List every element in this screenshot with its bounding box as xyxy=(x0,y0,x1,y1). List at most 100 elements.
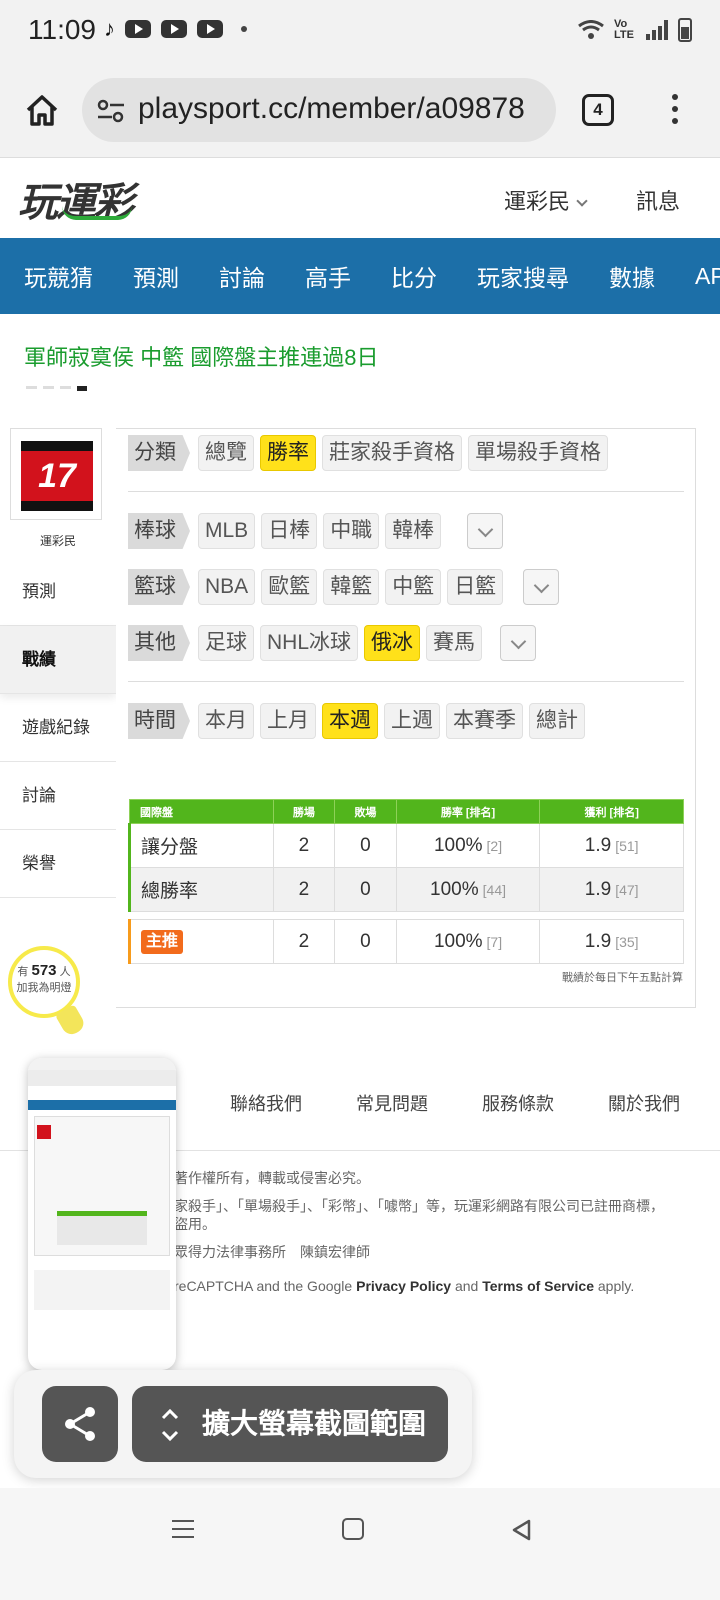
back-icon[interactable] xyxy=(510,1518,532,1542)
league-soccer[interactable]: 足球 xyxy=(198,625,254,661)
league-bleague[interactable]: 日籃 xyxy=(447,569,504,605)
tab-single-killer[interactable]: 單場殺手資格 xyxy=(468,435,608,471)
recaptcha-notice: reCAPTCHA and the Google Privacy Policy … xyxy=(174,1278,634,1294)
league-kbo[interactable]: 韓棒 xyxy=(385,513,442,549)
tab-switcher-button[interactable]: 4 xyxy=(582,94,614,126)
avatar[interactable]: 17 xyxy=(10,428,102,520)
profit-rank: [47] xyxy=(615,881,639,898)
site-settings-icon[interactable] xyxy=(96,98,126,124)
league-horse-racing[interactable]: 賽馬 xyxy=(426,625,483,661)
sidebar-item-honors[interactable]: 榮譽 xyxy=(0,830,116,898)
nav-item-forum[interactable]: 討論 xyxy=(219,259,265,293)
expand-arrows-icon xyxy=(161,1408,179,1442)
win-rate-cell: 100% [2] xyxy=(395,823,541,868)
news-ticker[interactable]: 軍師寂寞侯 中籃 國際盤主推連過8日 xyxy=(24,340,378,372)
stats-table: 國際盤 勝場 敗場 勝率 [排名] 獲利 [排名] 讓分盤 2 0 100% [2… xyxy=(128,799,684,964)
more-notifications-icon xyxy=(241,26,247,32)
nav-item-predict[interactable]: 預測 xyxy=(133,259,179,293)
user-menu[interactable]: 運彩民 xyxy=(504,184,588,216)
table-header: 國際盤 勝場 敗場 勝率 [排名] 獲利 [排名] xyxy=(129,799,684,824)
nav-item-guess[interactable]: 玩競猜 xyxy=(24,259,93,293)
row-label: 主推 xyxy=(128,919,274,964)
system-icons: Vo LTE xyxy=(578,18,692,42)
league-nhl[interactable]: NHL冰球 xyxy=(260,625,359,661)
more-menu-icon[interactable] xyxy=(672,94,680,126)
expand-label: 擴大螢幕截圖範圍 xyxy=(202,1408,427,1439)
recaptcha-text: reCAPTCHA and the Google xyxy=(174,1278,357,1294)
home-icon[interactable] xyxy=(24,92,60,128)
footer-link-faq[interactable]: 常見問題 xyxy=(356,1090,428,1116)
win-rate-cell: 100% [44] xyxy=(395,867,541,912)
profit-cell: 1.9 [47] xyxy=(539,867,684,912)
other-expand-button[interactable] xyxy=(500,625,537,661)
profit-rank: [35] xyxy=(615,933,639,950)
league-euro[interactable]: 歐籃 xyxy=(261,569,318,605)
sidebar-item-game-history[interactable]: 遊戲紀錄 xyxy=(0,694,116,762)
home-button-icon[interactable] xyxy=(342,1518,364,1540)
sidebar-item-predictions[interactable]: 預測 xyxy=(0,558,116,626)
nav-item-scores[interactable]: 比分 xyxy=(391,259,437,293)
address-bar[interactable]: playsport.cc/member/a09878 xyxy=(82,78,556,142)
period-last-month[interactable]: 上月 xyxy=(260,703,316,739)
category-label: 分類 xyxy=(128,435,190,471)
tab-win-rate[interactable]: 勝率 xyxy=(260,435,316,471)
tab-banker-killer[interactable]: 莊家殺手資格 xyxy=(322,435,462,471)
privacy-policy-link[interactable]: Privacy Policy xyxy=(356,1278,451,1294)
terms-link[interactable]: Terms of Service xyxy=(482,1278,594,1294)
sidebar-item-discussion[interactable]: 討論 xyxy=(0,762,116,830)
league-mlb[interactable]: MLB xyxy=(198,513,256,549)
league-cpbl[interactable]: 中職 xyxy=(323,513,380,549)
table-row: 讓分盤 2 0 100% [2] 1.9 [51] xyxy=(128,823,684,868)
copyright-text: 著作權所有，轉載或侵害必究。 xyxy=(174,1170,370,1186)
youtube-icon xyxy=(197,20,223,38)
win-rate: 100% xyxy=(433,834,483,856)
avatar-image: 17 xyxy=(21,441,93,511)
league-cba[interactable]: 中籃 xyxy=(385,569,442,605)
period-this-season[interactable]: 本賽季 xyxy=(446,703,523,739)
tab-overview[interactable]: 總覽 xyxy=(198,435,254,471)
other-filter: 其他 足球 NHL冰球 俄冰 賽馬 xyxy=(128,625,537,661)
messages-link[interactable]: 訊息 xyxy=(636,184,680,216)
period-this-week[interactable]: 本週 xyxy=(322,703,378,739)
status-bar: 11:09 ♪ Vo LTE xyxy=(0,0,720,64)
profit: 1.9 xyxy=(584,834,612,856)
nav-item-experts[interactable]: 高手 xyxy=(305,259,351,293)
expand-screenshot-button[interactable]: 擴大螢幕截圖範圍 xyxy=(132,1386,448,1462)
nav-item-data[interactable]: 數據 xyxy=(609,259,655,293)
period-total[interactable]: 總計 xyxy=(529,703,585,739)
sidebar-item-record[interactable]: 戰績 xyxy=(0,626,116,694)
profit-cell: 1.9 [51] xyxy=(539,823,684,868)
league-nba[interactable]: NBA xyxy=(198,569,256,605)
time-filter: 時間 本月 上月 本週 上週 本賽季 總計 xyxy=(128,703,585,739)
win-rate: 100% xyxy=(433,930,483,952)
footer-link-terms[interactable]: 服務條款 xyxy=(482,1090,554,1116)
nav-item-app[interactable]: APP xyxy=(695,263,720,290)
recent-apps-icon[interactable] xyxy=(172,1520,194,1540)
preview-nav xyxy=(28,1100,176,1110)
league-kbl[interactable]: 韓籃 xyxy=(323,569,380,605)
preview-url xyxy=(28,1070,176,1086)
league-npb[interactable]: 日棒 xyxy=(261,513,318,549)
baseball-expand-button[interactable] xyxy=(467,513,504,549)
losses-cell: 0 xyxy=(334,919,397,964)
url-text: playsport.cc/member/a09878 xyxy=(138,92,525,125)
basketball-expand-button[interactable] xyxy=(523,569,560,605)
wins-cell: 2 xyxy=(272,919,336,964)
site-header: 玩運彩 運彩民 訊息 xyxy=(0,158,720,238)
share-button[interactable] xyxy=(42,1386,118,1462)
period-this-month[interactable]: 本月 xyxy=(198,703,254,739)
footer-link-about[interactable]: 關於我們 xyxy=(608,1090,680,1116)
main-nav: 玩競猜 預測 討論 高手 比分 玩家搜尋 玩家搜尋 數據 APP xyxy=(0,238,720,314)
preview-avatar xyxy=(37,1125,51,1139)
league-khl[interactable]: 俄冰 xyxy=(364,625,421,661)
profit-rank: [51] xyxy=(615,837,639,854)
screenshot-preview[interactable] xyxy=(28,1058,176,1370)
profit: 1.9 xyxy=(584,930,612,952)
fans-cta: 加我為明燈 xyxy=(16,982,72,994)
column-header: 勝率 [排名] xyxy=(395,799,541,824)
period-last-week[interactable]: 上週 xyxy=(384,703,440,739)
footer-link-contact[interactable]: 聯絡我們 xyxy=(230,1090,302,1116)
basketball-filter: 籃球 NBA 歐籃 韓籃 中籃 日籃 xyxy=(128,569,560,605)
nav-item-player-search[interactable]: 玩家搜尋 xyxy=(477,259,569,293)
wins-cell: 2 xyxy=(272,823,336,868)
